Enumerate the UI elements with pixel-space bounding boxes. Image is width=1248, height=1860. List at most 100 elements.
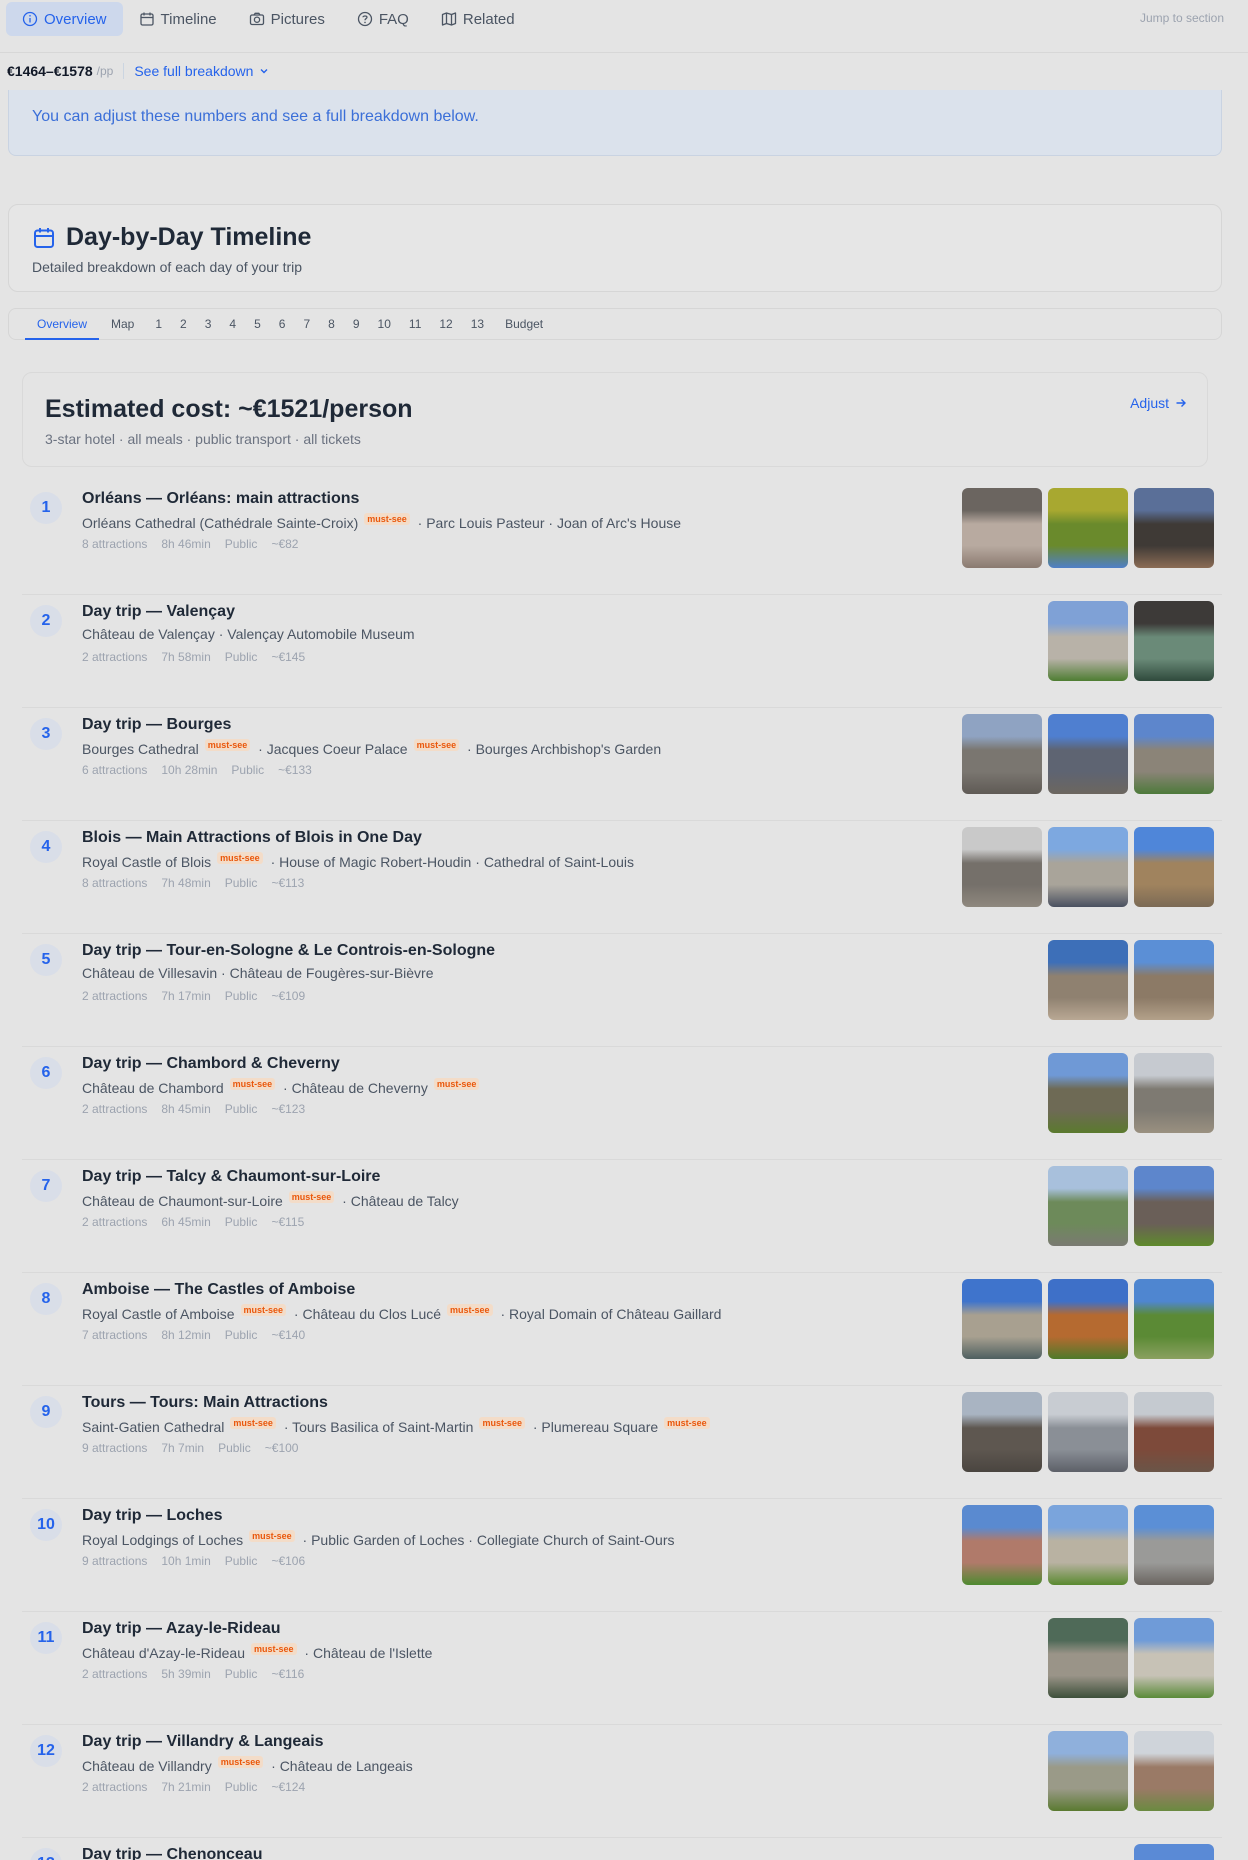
attraction-photo[interactable] [1134, 1166, 1214, 1246]
nav-pictures[interactable]: Pictures [233, 2, 341, 36]
tab-6[interactable]: 6 [270, 309, 295, 339]
day-row[interactable]: 4 Blois — Main Attractions of Blois in On… [22, 821, 1222, 934]
attraction-photo[interactable] [1134, 940, 1214, 1020]
attraction-photo[interactable] [1048, 1731, 1128, 1811]
timeline-panel: Estimated cost: ~€1521/person 3-star hot… [22, 372, 1222, 1860]
attraction-photo[interactable] [962, 714, 1042, 794]
see-breakdown-label: See full breakdown [134, 63, 254, 79]
tab-8[interactable]: 8 [319, 309, 344, 339]
place-separator: · [338, 1193, 351, 1209]
day-row[interactable]: 2 Day trip — Valençay Château de Valençay … [22, 595, 1222, 708]
must-see-badge: must-see [447, 1304, 493, 1316]
attraction-photo[interactable] [1134, 601, 1214, 681]
day-places: Château de Villandry must-see · Château d… [82, 1756, 413, 1774]
day-row[interactable]: 8 Amboise — The Castles of Amboise Royal C… [22, 1273, 1222, 1386]
attraction-photo[interactable] [1048, 1166, 1128, 1246]
day-row[interactable]: 13 Day trip — Chenonceau [22, 1838, 1222, 1860]
place-separator: · [413, 515, 427, 531]
tab-2[interactable]: 2 [171, 309, 196, 339]
tab-map[interactable]: Map [99, 309, 146, 339]
place-name: Plumereau Square [541, 1419, 659, 1435]
day-thumbnails [1048, 601, 1214, 681]
attraction-photo[interactable] [962, 488, 1042, 568]
tab-13[interactable]: 13 [462, 309, 493, 339]
nav-overview[interactable]: Overview [6, 2, 123, 36]
day-row[interactable]: 11 Day trip — Azay-le-Rideau Château d'Aza… [22, 1612, 1222, 1725]
day-number: 6 [30, 1057, 62, 1089]
attraction-photo[interactable] [1048, 1053, 1128, 1133]
day-number: 11 [30, 1622, 62, 1654]
adjust-link[interactable]: Adjust [1130, 395, 1187, 411]
day-thumbnails [1134, 1844, 1214, 1860]
tab-overview[interactable]: Overview [25, 309, 100, 340]
attraction-photo[interactable] [1048, 601, 1128, 681]
day-row[interactable]: 1 Orléans — Orléans: main attractions Orlé… [22, 482, 1222, 595]
attraction-photo[interactable] [1134, 1505, 1214, 1585]
tab-10[interactable]: 10 [369, 309, 400, 339]
day-title: Day trip — Loches [82, 1507, 223, 1524]
attraction-photo[interactable] [1134, 714, 1214, 794]
day-row[interactable]: 5 Day trip — Tour-en-Sologne & Le Controi… [22, 934, 1222, 1047]
day-meta-item: Public [224, 989, 258, 1003]
tab-1[interactable]: 1 [146, 309, 171, 339]
day-number: 8 [30, 1283, 62, 1315]
attraction-photo[interactable] [1134, 1731, 1214, 1811]
day-places: Château de Chaumont-sur-Loire must-see · … [82, 1191, 459, 1209]
attraction-photo[interactable] [1048, 714, 1128, 794]
nav-timeline[interactable]: Timeline [123, 2, 233, 36]
attraction-photo[interactable] [1134, 1844, 1214, 1860]
nav-faq[interactable]: FAQ [341, 2, 425, 36]
tab-11[interactable]: 11 [400, 309, 430, 339]
day-meta-item: 2 attractions [82, 989, 148, 1003]
day-row[interactable]: 12 Day trip — Villandry & Langeais Château… [22, 1725, 1222, 1838]
attraction-photo[interactable] [1134, 1618, 1214, 1698]
attraction-photo[interactable] [1048, 827, 1128, 907]
day-meta: 2 attractions 7h 17min Public ~€109 [82, 989, 319, 1003]
attraction-photo[interactable] [1134, 1392, 1214, 1472]
tab-4[interactable]: 4 [220, 309, 245, 339]
day-row[interactable]: 9 Tours — Tours: Main Attractions Saint-Ga… [22, 1386, 1222, 1499]
attraction-photo[interactable] [1134, 1279, 1214, 1359]
attraction-photo[interactable] [1134, 488, 1214, 568]
place-name: Parc Louis Pasteur [426, 515, 545, 531]
tab-7[interactable]: 7 [294, 309, 319, 339]
jump-to-section[interactable]: Jump to section [1140, 11, 1224, 25]
attraction-photo[interactable] [962, 1279, 1042, 1359]
must-see-badge: must-see [251, 1643, 297, 1655]
attraction-photo[interactable] [1134, 1053, 1214, 1133]
see-breakdown-link[interactable]: See full breakdown [134, 63, 269, 79]
day-meta-item: ~€140 [271, 1328, 306, 1342]
day-row[interactable]: 6 Day trip — Chambord & Cheverny Château d… [22, 1047, 1222, 1160]
help-icon [357, 11, 372, 27]
tab-9[interactable]: 9 [344, 309, 369, 339]
nav-related[interactable]: Related [425, 2, 531, 36]
info-icon [22, 11, 38, 27]
attraction-photo[interactable] [1048, 1279, 1128, 1359]
day-number: 4 [30, 831, 62, 863]
attraction-photo[interactable] [1048, 1392, 1128, 1472]
place-separator: · [279, 1419, 293, 1435]
per-person-label: /pp [96, 64, 114, 78]
day-meta-item: 6 attractions [82, 763, 148, 777]
day-meta-item: 8h 45min [161, 1102, 211, 1116]
tab-budget[interactable]: Budget [493, 309, 555, 339]
attraction-photo[interactable] [962, 827, 1042, 907]
attraction-photo[interactable] [1048, 488, 1128, 568]
attraction-photo[interactable] [1134, 827, 1214, 907]
tab-5[interactable]: 5 [245, 309, 270, 339]
day-row[interactable]: 10 Day trip — Loches Royal Lodgings of Loc… [22, 1499, 1222, 1612]
tab-3[interactable]: 3 [196, 309, 221, 339]
must-see-badge: must-see [204, 739, 251, 751]
day-meta: 2 attractions 7h 58min Public ~€145 [82, 650, 319, 664]
tab-12[interactable]: 12 [430, 309, 461, 339]
attraction-photo[interactable] [1048, 1505, 1128, 1585]
attraction-photo[interactable] [1048, 940, 1128, 1020]
attraction-photo[interactable] [1048, 1618, 1128, 1698]
day-row[interactable]: 3 Day trip — Bourges Bourges Cathedral must… [22, 708, 1222, 821]
attraction-photo[interactable] [962, 1505, 1042, 1585]
place-separator: · [463, 741, 476, 757]
attraction-photo[interactable] [962, 1392, 1042, 1472]
day-row[interactable]: 7 Day trip — Talcy & Chaumont-sur-Loire Ch… [22, 1160, 1222, 1273]
day-number: 10 [30, 1509, 62, 1541]
place-name: Château de l'Islette [312, 1645, 433, 1661]
